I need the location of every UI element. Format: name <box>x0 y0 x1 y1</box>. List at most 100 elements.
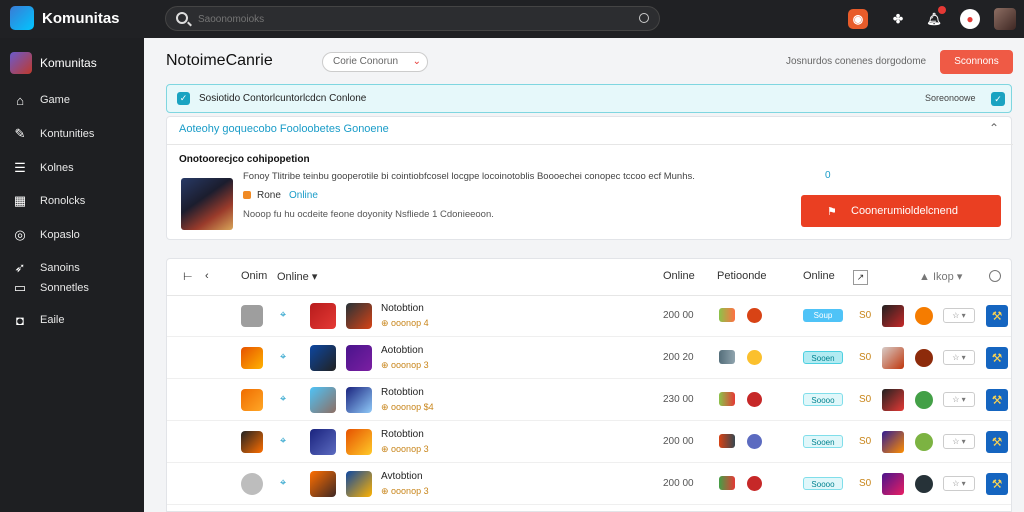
game-icon[interactable] <box>346 303 372 329</box>
browser-icon[interactable] <box>915 475 933 493</box>
game-icon[interactable] <box>346 471 372 497</box>
favorite-select[interactable]: ☆ ▾ <box>943 476 975 491</box>
link-icon[interactable]: ⌖ <box>280 477 286 490</box>
disc-icon: ◎ <box>14 227 26 242</box>
tag-icon <box>243 191 251 199</box>
game-icon[interactable] <box>346 387 372 413</box>
game-table: ⊢ ‹ Onim Online ▾ Online Petioonde Onlin… <box>166 258 1012 512</box>
favorite-select[interactable]: ☆ ▾ <box>943 308 975 323</box>
column-header[interactable]: Onim <box>241 270 267 282</box>
table-row[interactable]: ⌖ Rotobtion ⊕ ooonop $4 230 00 Soooo S0 … <box>167 380 1011 421</box>
row-score: 200 00 <box>663 478 694 489</box>
app-logo[interactable] <box>10 6 34 30</box>
browser-icon[interactable] <box>915 349 933 367</box>
action-icon[interactable]: ⚒ <box>986 389 1008 411</box>
sidebar-item-kolnes[interactable]: ☰ Kolnes <box>12 158 73 178</box>
column-header-label: Ikop <box>932 271 954 283</box>
game-icon[interactable] <box>310 345 336 371</box>
search-bar[interactable] <box>165 6 660 31</box>
column-header[interactable]: Petioonde <box>717 270 767 282</box>
game-icon[interactable] <box>310 303 336 329</box>
action-icon[interactable]: ⚒ <box>986 347 1008 369</box>
link-icon[interactable]: ⌖ <box>280 309 286 322</box>
header-action-button[interactable]: Sconnons <box>940 50 1013 74</box>
row-thumbnail <box>241 431 263 453</box>
controller-icon[interactable]: ✤ <box>888 9 908 29</box>
row-count: S0 <box>859 310 872 321</box>
favorite-select[interactable]: ☆ ▾ <box>943 434 975 449</box>
home-icon: ⌂ <box>16 92 24 108</box>
search-icon[interactable] <box>989 270 1001 282</box>
game-icon[interactable] <box>310 429 336 455</box>
item-icon[interactable] <box>882 347 904 369</box>
prev-page-icon[interactable]: ‹ <box>205 270 209 282</box>
sidebar-item-kontunities[interactable]: ✎ Kontunities <box>12 124 95 144</box>
primary-action-button[interactable]: ⚑ Coonerumioldelcnend <box>801 195 1001 227</box>
sidebar-brand[interactable]: Komunitas <box>10 52 97 74</box>
game-icon[interactable] <box>310 387 336 413</box>
sidebar-item-label: Kopaslo <box>40 229 80 241</box>
sidebar-item-label: Ronolcks <box>40 195 86 207</box>
item-icon[interactable] <box>882 389 904 411</box>
row-name: Notobtion <box>381 303 424 314</box>
column-header[interactable]: Online ▾ <box>277 270 317 283</box>
table-row[interactable]: ⌖ Rotobtion ⊕ ooonop 3 200 00 Sooen S0 ☆… <box>167 422 1011 463</box>
game-icon[interactable] <box>310 471 336 497</box>
game-thumbnail[interactable] <box>181 178 233 230</box>
chart-icon[interactable]: ↗ <box>853 270 868 285</box>
row-sub: ⊕ ooonop 3 <box>381 486 429 496</box>
row-sub: ⊕ ooonop $4 <box>381 402 434 412</box>
sidebar-item-sanoins[interactable]: ➶ Sanoins <box>12 258 80 278</box>
status-icon <box>747 434 762 449</box>
row-name: Rotobtion <box>381 429 424 440</box>
status-badge: Sooen <box>803 351 843 364</box>
status-badge: Soooo <box>803 477 843 490</box>
sidebar-item-ronolcks[interactable]: ▦ Ronolcks <box>12 191 85 211</box>
row-count: S0 <box>859 436 872 447</box>
favorite-select[interactable]: ☆ ▾ <box>943 350 975 365</box>
table-row[interactable]: ⌖ Aotobtion ⊕ ooonop 3 200 20 Sooen S0 ☆… <box>167 338 1011 379</box>
row-name: Avtobtion <box>381 471 423 482</box>
game-icon[interactable] <box>346 429 372 455</box>
game-icon[interactable] <box>346 345 372 371</box>
sidebar-item-game[interactable]: ⌂ Game <box>12 90 70 110</box>
chevron-up-icon[interactable]: ⌃ <box>989 121 999 135</box>
item-icon[interactable] <box>882 305 904 327</box>
link-icon[interactable]: ⌖ <box>280 351 286 364</box>
browser-icon[interactable] <box>915 307 933 325</box>
panel-header[interactable]: Aoteohy goquecobo Fooloobetes Gonoene <box>179 123 389 135</box>
first-page-icon[interactable]: ⊢ <box>183 270 193 283</box>
sidebar-item-sonnetles[interactable]: ▭ Sonnetles <box>12 278 89 298</box>
action-icon[interactable]: ⚒ <box>986 431 1008 453</box>
action-icon[interactable]: ⚒ <box>986 473 1008 495</box>
check-icon[interactable]: ✓ <box>177 92 190 105</box>
row-count: S0 <box>859 352 872 363</box>
voice-search-icon[interactable] <box>639 13 649 23</box>
action-icon[interactable]: ⚒ <box>986 305 1008 327</box>
link-icon[interactable]: ⌖ <box>280 393 286 406</box>
browser-icon[interactable] <box>915 433 933 451</box>
column-header[interactable]: ▲ Ikop ▾ <box>919 270 962 283</box>
column-header[interactable]: Online <box>663 270 695 282</box>
table-row[interactable]: ⌖ Notobtion ⊕ ooonop 4 200 00 Soup S0 ☆ … <box>167 296 1011 337</box>
status-icon <box>747 308 762 323</box>
tools-icon: ✎ <box>14 126 26 141</box>
record-icon[interactable]: ● <box>960 9 980 29</box>
avatar[interactable] <box>994 8 1016 30</box>
rocket-icon: ➶ <box>14 260 26 275</box>
column-header[interactable]: Online <box>803 270 835 282</box>
browser-icon[interactable] <box>915 391 933 409</box>
search-input[interactable] <box>198 11 618 27</box>
row-sub: ⊕ ooonop 3 <box>381 360 429 370</box>
filter-dropdown[interactable]: Corie Conorun ⌄ <box>322 52 428 72</box>
table-row[interactable]: ⌖ Avtobtion ⊕ ooonop 3 200 00 Soooo S0 ☆… <box>167 464 1011 505</box>
alert-checkbox[interactable]: ✓ <box>991 92 1005 106</box>
item-icon[interactable] <box>882 431 904 453</box>
sidebar-item-kopaslo[interactable]: ◎ Kopaslo <box>12 225 80 245</box>
favorite-select[interactable]: ☆ ▾ <box>943 392 975 407</box>
grid-icon: ▦ <box>13 193 27 208</box>
item-icon[interactable] <box>882 473 904 495</box>
link-icon[interactable]: ⌖ <box>280 435 286 448</box>
store-icon[interactable]: ◉ <box>848 9 868 29</box>
sidebar-item-eaile[interactable]: ◘ Eaile <box>12 310 64 330</box>
